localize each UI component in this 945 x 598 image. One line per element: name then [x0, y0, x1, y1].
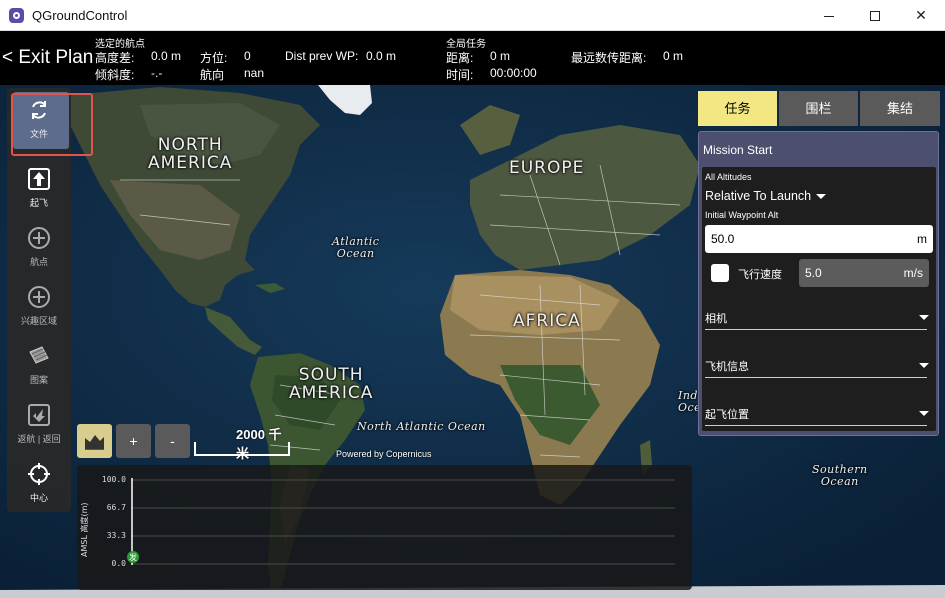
dist-prev-wp-label: Dist prev WP: — [285, 49, 359, 63]
altitude-mode-dropdown[interactable]: Relative To Launch — [705, 187, 835, 205]
map-scale-text: 2000 千米 — [236, 427, 282, 461]
azimuth-label: 方位: — [200, 51, 228, 65]
zoom-out-button[interactable]: - — [155, 424, 190, 458]
chevron-down-icon — [919, 411, 929, 416]
flight-speed-value: 5.0 — [805, 266, 822, 280]
tool-pattern[interactable]: 图案 — [7, 338, 71, 396]
heading-value: nan — [244, 66, 265, 80]
tick-0: 0.0 — [112, 559, 127, 568]
close-button[interactable]: ✕ — [898, 0, 944, 31]
flight-speed-input[interactable]: 5.0 m/s — [799, 259, 929, 287]
tool-return[interactable]: 返航 | 返回 — [7, 397, 71, 455]
dist-prev-wp-value: 0.0 m — [366, 49, 397, 63]
map-scale: 2000 千米 — [194, 424, 294, 461]
flight-speed-unit: m/s — [903, 266, 923, 280]
max-telem-value: 0 m — [663, 49, 684, 63]
tool-waypoint-label: 航点 — [29, 257, 48, 267]
alt-diff-value: 0.0 m — [151, 49, 182, 63]
section-camera-label: 相机 — [705, 313, 727, 325]
flight-speed-label: 飞行速度 — [738, 269, 782, 281]
max-telem-label: 最远数传距离: — [571, 51, 647, 65]
map-label-southern-ocean: Southern Ocean — [812, 463, 868, 488]
chevron-down-icon — [816, 194, 826, 199]
tool-waypoint[interactable]: 航点 — [7, 220, 71, 278]
pattern-icon — [29, 346, 49, 364]
altitude-mode-value: Relative To Launch — [705, 189, 812, 203]
grade-value: -.- — [151, 66, 163, 80]
chevron-down-icon — [919, 315, 929, 320]
section-launch-position-label: 起飞位置 — [705, 409, 749, 421]
minimize-button[interactable] — [806, 0, 852, 31]
mission-start-body: All Altitudes Relative To Launch Initial… — [702, 167, 936, 431]
tool-takeoff-label: 起飞 — [29, 198, 48, 208]
selected-waypoint-header: 选定的航点 — [95, 39, 145, 50]
tool-return-label: 返航 | 返回 — [17, 434, 61, 444]
tool-center-label: 中心 — [29, 493, 48, 503]
altitude-chart-svg: AMSL 高度(m) 100.0 66.7 33.3 0.0 发 — [79, 475, 675, 568]
initial-wp-alt-label: Initial Waypoint Alt — [705, 210, 779, 220]
map-attribution: Powered by Copernicus — [336, 449, 432, 459]
map-label-north-atlantic-ocean: North Atlantic Ocean — [357, 420, 486, 433]
total-mission-header: 全局任务 — [446, 39, 486, 50]
map-label-africa: AFRICA — [513, 311, 581, 331]
initial-wp-alt-input[interactable]: 50.0 m — [705, 225, 933, 253]
section-vehicle-info[interactable]: 飞机信息 — [702, 350, 936, 378]
time-value: 00:00:00 — [490, 66, 537, 80]
tool-center[interactable]: 中心 — [7, 456, 71, 514]
time-label: 时间: — [446, 68, 474, 82]
crosshair-icon — [28, 463, 50, 485]
exit-plan-button[interactable]: < Exit Plan — [2, 47, 93, 69]
initial-wp-alt-unit: m — [917, 232, 927, 246]
chevron-down-icon — [919, 363, 929, 368]
distance-value: 0 m — [490, 49, 511, 63]
qgc-app-icon — [9, 8, 24, 23]
launch-marker-label: 发 — [129, 552, 137, 562]
tab-geofence[interactable]: 围栏 — [779, 91, 858, 126]
initial-wp-alt-value: 50.0 — [711, 232, 735, 246]
map-label-atlantic-ocean: Atlantic Ocean — [332, 235, 380, 260]
return-icon — [28, 404, 50, 426]
all-altitudes-label: All Altitudes — [705, 172, 752, 182]
file-tool-highlight-outline — [11, 93, 93, 156]
tick-33: 33.3 — [107, 531, 126, 540]
add-waypoint-icon — [28, 227, 50, 249]
section-launch-position[interactable]: 起飞位置 — [702, 398, 936, 426]
minimize-icon — [824, 15, 834, 17]
alt-diff-label: 高度差: — [95, 51, 135, 65]
maximize-icon — [870, 11, 880, 22]
tick-100: 100.0 — [102, 475, 126, 484]
terrain-toggle-button[interactable] — [77, 424, 112, 458]
window-title: QGroundControl — [32, 8, 128, 23]
map-label-europe: EUROPE — [509, 158, 585, 178]
altitude-chart: AMSL 高度(m) 100.0 66.7 33.3 0.0 发 — [77, 465, 692, 590]
azimuth-value: 0 — [244, 49, 251, 63]
section-camera[interactable]: 相机 — [702, 302, 936, 330]
mission-start-panel: Mission Start All Altitudes Relative To … — [698, 131, 939, 436]
map-label-north-america: NORTH AMERICA — [148, 135, 233, 173]
plan-type-tabs: 任务 围栏 集结 — [698, 91, 940, 126]
maximize-button[interactable] — [852, 0, 898, 31]
altitude-axis-label: AMSL 高度(m) — [79, 503, 89, 558]
tick-66: 66.7 — [107, 503, 126, 512]
terrain-icon — [85, 435, 104, 450]
tab-rally[interactable]: 集结 — [860, 91, 940, 126]
distance-label: 距离: — [446, 51, 474, 65]
tool-roi-label: 兴趣区域 — [20, 316, 57, 326]
tool-roi[interactable]: 兴趣区域 — [7, 279, 71, 337]
tool-pattern-label: 图案 — [29, 375, 48, 385]
close-icon: ✕ — [915, 7, 927, 23]
mission-start-title[interactable]: Mission Start — [703, 143, 772, 157]
tab-mission[interactable]: 任务 — [698, 91, 777, 126]
takeoff-icon — [28, 168, 50, 190]
flight-speed-checkbox[interactable] — [711, 264, 729, 282]
plan-toolbar: < Exit Plan 选定的航点 高度差: 0.0 m 倾斜度: -.- 方位… — [0, 31, 945, 85]
roi-icon — [28, 286, 50, 308]
window-titlebar: QGroundControl ✕ — [0, 0, 945, 31]
section-vehicle-info-label: 飞机信息 — [705, 361, 749, 373]
zoom-in-button[interactable]: + — [116, 424, 151, 458]
heading-label: 航向 — [200, 68, 225, 82]
grade-label: 倾斜度: — [95, 68, 135, 82]
tool-takeoff[interactable]: 起飞 — [7, 161, 71, 219]
map-label-south-america: SOUTH AMERICA — [289, 365, 374, 403]
